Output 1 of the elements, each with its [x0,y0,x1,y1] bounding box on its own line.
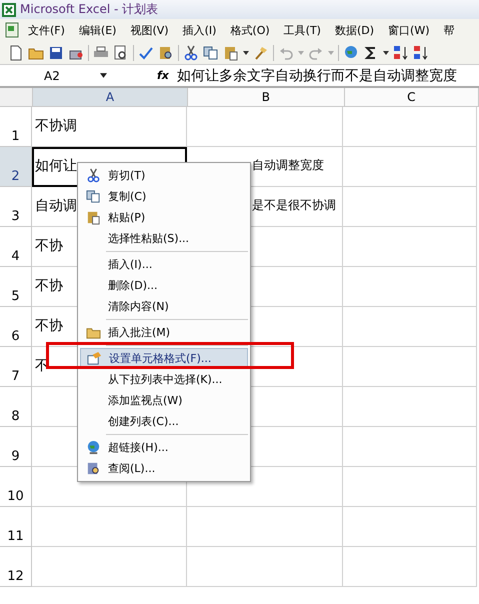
window-title: Microsoft Excel - 计划表 [20,1,158,18]
